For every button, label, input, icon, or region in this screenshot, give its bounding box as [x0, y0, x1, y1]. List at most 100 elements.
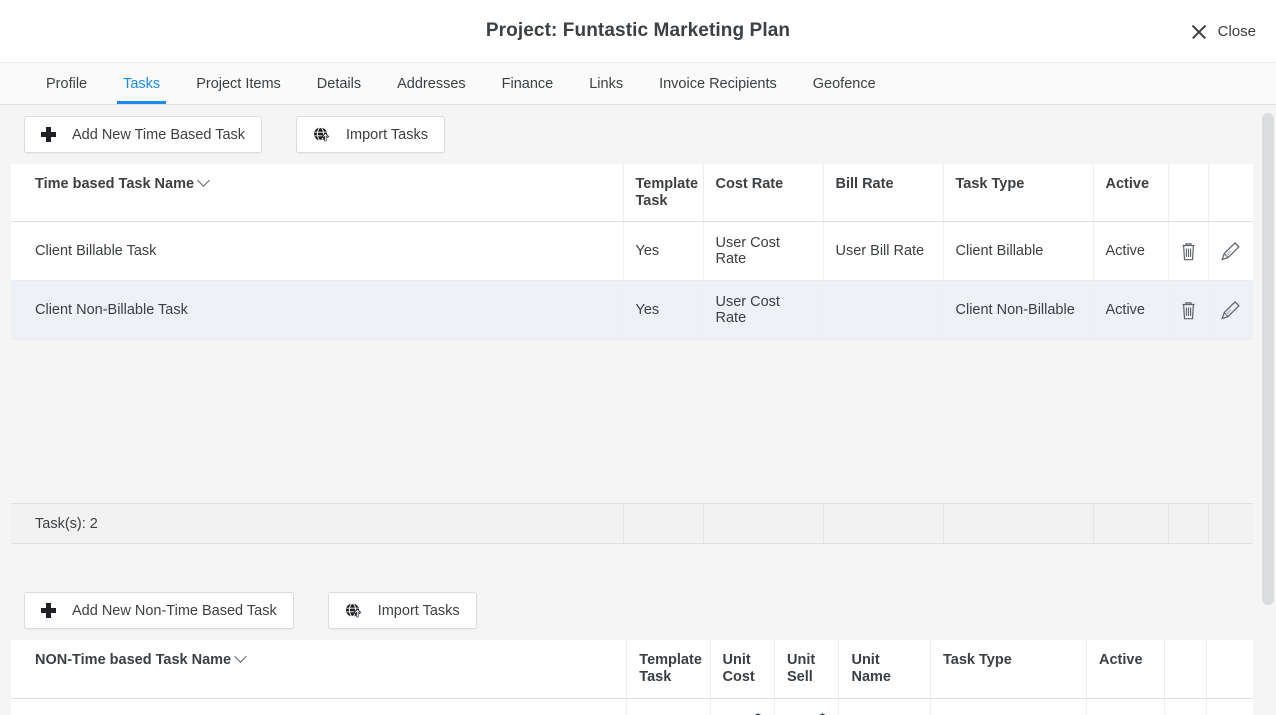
- cell-template-task: Yes: [623, 280, 704, 341]
- cell-delete-action[interactable]: [1168, 221, 1209, 282]
- footer-cell: [623, 503, 704, 545]
- column-header-cost-rate[interactable]: Cost Rate: [703, 164, 824, 223]
- column-header-label: Time based Task Name: [35, 176, 195, 192]
- non-time-based-toolbar: Add New Non-Time Based Task Import Tasks: [11, 581, 1253, 641]
- delete-row-button[interactable]: [1165, 706, 1206, 715]
- column-header-edit: [1208, 164, 1253, 223]
- tab-geofence[interactable]: Geofence: [795, 63, 894, 104]
- tab-label: Tasks: [123, 75, 161, 92]
- vertical-scrollbar[interactable]: [1255, 105, 1276, 715]
- cell-edit-action[interactable]: [1208, 221, 1254, 282]
- tab-label: Details: [316, 75, 362, 92]
- footer-row: Task(s): 2: [11, 503, 1253, 545]
- footer-cell: [823, 503, 944, 545]
- table-header-row: Time based Task Name Template Task Cost …: [11, 164, 1253, 223]
- cell-unit-name: Pages: [838, 698, 931, 715]
- cell-active: Active: [1093, 280, 1169, 341]
- edit-row-button[interactable]: [1209, 289, 1254, 332]
- cell-active: Active: [1093, 221, 1169, 282]
- tab-label: Invoice Recipients: [659, 75, 777, 92]
- column-header-task-name[interactable]: NON-Time based Task Name: [11, 640, 628, 699]
- delete-row-button[interactable]: [1169, 230, 1208, 273]
- column-header-task-name[interactable]: Time based Task Name: [11, 164, 624, 223]
- non-time-based-task-table: NON-Time based Task Name Template Task U…: [11, 640, 1253, 715]
- cell-edit-action[interactable]: [1206, 698, 1253, 715]
- tab-project-items[interactable]: Project Items: [178, 63, 299, 104]
- column-header-unit-sell[interactable]: Unit Sell: [774, 640, 840, 699]
- page-title: Project: Funtastic Marketing Plan: [485, 20, 791, 41]
- close-button[interactable]: Close: [1190, 22, 1256, 40]
- trash-icon: [1182, 243, 1194, 261]
- globe-import-icon: [313, 126, 330, 143]
- tab-details[interactable]: Details: [299, 63, 379, 104]
- import-time-based-tasks-button[interactable]: Import Tasks: [296, 116, 445, 153]
- tab-label: Addresses: [397, 75, 466, 92]
- table-row[interactable]: Client Billable Task Yes User Cost Rate …: [11, 221, 1254, 282]
- column-header-active[interactable]: Active: [1086, 640, 1166, 699]
- window-title-bar: Project: Funtastic Marketing Plan Close: [0, 0, 1276, 62]
- chevron-down-icon: [234, 650, 247, 664]
- tasks-panel-scroll-area[interactable]: Add New Time Based Task Import Tasks Tim…: [0, 105, 1276, 715]
- add-new-non-time-based-task-button[interactable]: Add New Non-Time Based Task: [24, 592, 294, 630]
- tab-finance[interactable]: Finance: [484, 63, 572, 104]
- column-header-unit-cost[interactable]: Unit Cost: [710, 640, 775, 699]
- import-non-time-based-tasks-button[interactable]: Import Tasks: [327, 592, 477, 630]
- table-header-row: NON-Time based Task Name Template Task U…: [11, 640, 1253, 699]
- tab-label: Finance: [501, 75, 554, 92]
- table-row[interactable]: Client Non-Billable Task Yes User Cost R…: [11, 280, 1254, 341]
- footer-cell: [703, 503, 824, 545]
- tab-bar: Profile Tasks Project Items Details Addr…: [0, 62, 1276, 105]
- column-header-delete: [1168, 164, 1209, 223]
- cell-edit-action[interactable]: [1208, 280, 1254, 341]
- edit-row-button[interactable]: [1207, 706, 1253, 715]
- footer-cell: [943, 503, 1094, 545]
- tab-label: Profile: [46, 75, 88, 92]
- column-header-delete: [1164, 640, 1207, 699]
- import-tasks-label: Import Tasks: [377, 602, 460, 619]
- scrollbar-thumb[interactable]: [1262, 113, 1274, 605]
- cell-task-name: Disbursements - Photocopying: [11, 698, 628, 715]
- column-header-bill-rate[interactable]: Bill Rate: [823, 164, 944, 223]
- plus-icon: [41, 603, 56, 619]
- cell-template-task: Yes: [626, 698, 711, 715]
- task-count-label: Task(s): 2: [11, 503, 624, 545]
- cell-task-type: Client Non-Billable: [943, 280, 1094, 341]
- cell-delete-action[interactable]: [1164, 698, 1207, 715]
- footer-cell: [1168, 503, 1209, 545]
- cell-task-type: Expenses - Other: [930, 698, 1088, 715]
- add-new-time-based-task-button[interactable]: Add New Time Based Task: [24, 116, 263, 153]
- footer-cell: [1208, 503, 1253, 545]
- column-header-task-type[interactable]: Task Type: [930, 640, 1088, 699]
- close-button-label: Close: [1217, 22, 1256, 40]
- add-new-non-time-based-task-label: Add New Non-Time Based Task: [72, 602, 277, 619]
- globe-import-icon: [345, 602, 362, 619]
- column-header-template-task[interactable]: Template Task: [626, 640, 711, 699]
- tab-label: Project Items: [196, 75, 281, 92]
- non-time-based-task-section: Add New Non-Time Based Task Import Tasks: [11, 581, 1253, 715]
- table-row[interactable]: Disbursements - Photocopying Yes $ 0.20 …: [11, 698, 1253, 715]
- cell-template-task: Yes: [623, 221, 704, 282]
- column-header-unit-name[interactable]: Unit Name: [838, 640, 931, 699]
- tab-tasks[interactable]: Tasks: [105, 63, 178, 104]
- cell-cost-rate: User Cost Rate: [703, 221, 824, 282]
- delete-row-button[interactable]: [1169, 289, 1208, 332]
- tab-links[interactable]: Links: [571, 63, 641, 104]
- table-empty-space: [11, 340, 1253, 504]
- column-header-active[interactable]: Active: [1093, 164, 1169, 223]
- tab-invoice-recipients[interactable]: Invoice Recipients: [641, 63, 795, 104]
- cell-task-name: Client Non-Billable Task: [11, 280, 624, 341]
- time-based-task-section: Add New Time Based Task Import Tasks Tim…: [11, 105, 1254, 545]
- tab-label: Links: [589, 75, 624, 92]
- tab-addresses[interactable]: Addresses: [379, 63, 484, 104]
- column-header-task-type[interactable]: Task Type: [943, 164, 1094, 223]
- edit-row-button[interactable]: [1209, 230, 1254, 273]
- time-based-table-footer: Task(s): 2: [11, 503, 1253, 545]
- tab-label: Geofence: [812, 75, 876, 92]
- column-header-template-task[interactable]: Template Task: [623, 164, 704, 223]
- chevron-down-icon: [197, 174, 210, 187]
- column-header-label: NON-Time based Task Name: [35, 652, 232, 669]
- cell-delete-action[interactable]: [1168, 280, 1209, 341]
- tab-profile[interactable]: Profile: [28, 63, 105, 104]
- import-tasks-label: Import Tasks: [346, 126, 428, 143]
- time-based-toolbar: Add New Time Based Task Import Tasks: [11, 105, 1253, 164]
